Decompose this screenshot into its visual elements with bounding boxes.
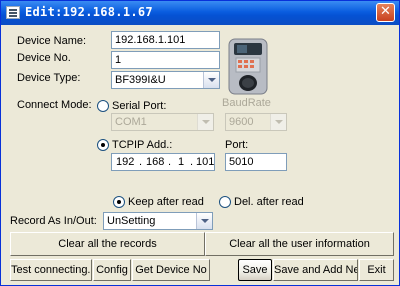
baudrate-value: 9600 xyxy=(229,116,254,128)
baudrate-label: BaudRate xyxy=(222,97,271,109)
chevron-down-icon[interactable] xyxy=(270,114,286,130)
close-icon: ✕ xyxy=(380,4,391,19)
device-type-value: BF399I&U xyxy=(115,74,166,86)
record-as-select[interactable]: UnSetting xyxy=(103,212,213,230)
tcpip-address-field[interactable]: 192 . 168 . 1 . 101 xyxy=(111,153,215,171)
close-button[interactable]: ✕ xyxy=(376,3,395,22)
device-type-select[interactable]: BF399I&U xyxy=(111,71,220,89)
ip-octet-4: 101 xyxy=(196,156,215,168)
device-no-label: Device No. xyxy=(17,52,71,64)
ip-dot: . xyxy=(139,156,143,168)
record-as-value: UnSetting xyxy=(107,215,156,227)
keep-after-read-radio[interactable] xyxy=(113,196,125,208)
device-name-field[interactable]: 192.168.1.101 xyxy=(111,31,220,49)
connect-mode-label: Connect Mode: xyxy=(17,99,92,111)
port-label: Port: xyxy=(225,139,249,151)
serial-port-label: Serial Port: xyxy=(112,100,167,112)
test-connecting-button[interactable]: Test connecting... xyxy=(10,259,92,281)
window-icon xyxy=(6,6,20,19)
get-device-no-button[interactable]: Get Device No xyxy=(132,259,210,281)
ip-octet-2: 168 xyxy=(146,156,165,168)
chevron-down-icon[interactable] xyxy=(203,72,219,88)
fingerprint-device-image xyxy=(228,38,268,95)
serial-port-value: COM1 xyxy=(115,116,147,128)
port-field[interactable]: 5010 xyxy=(225,153,287,171)
keep-after-read-label: Keep after read xyxy=(128,196,204,208)
device-no-field[interactable]: 1 xyxy=(111,51,220,69)
chevron-down-icon[interactable] xyxy=(197,114,213,130)
baudrate-select[interactable]: 9600 xyxy=(225,113,287,131)
clear-records-button[interactable]: Clear all the records xyxy=(10,232,205,256)
tcpip-radio[interactable] xyxy=(97,139,109,151)
clear-user-info-button[interactable]: Clear all the user information xyxy=(205,232,394,256)
save-button[interactable]: Save xyxy=(238,259,272,281)
device-type-label: Device Type: xyxy=(17,72,81,84)
chevron-down-icon[interactable] xyxy=(196,213,212,229)
serial-port-select[interactable]: COM1 xyxy=(111,113,214,131)
save-and-add-next-button[interactable]: Save and Add Next xyxy=(273,259,358,281)
serial-port-radio[interactable] xyxy=(97,100,109,112)
config-button[interactable]: Config xyxy=(93,259,131,281)
ip-dot: . xyxy=(168,156,172,168)
ip-octet-1: 192 xyxy=(116,156,135,168)
record-as-label: Record As In/Out: xyxy=(10,215,97,227)
ip-octet-3: 1 xyxy=(178,156,185,168)
ip-dot: . xyxy=(190,156,194,168)
edit-device-dialog: Edit:192.168.1.67 ✕ Device Name: 192.168… xyxy=(0,0,400,286)
exit-button[interactable]: Exit xyxy=(359,259,394,281)
title-bar[interactable]: Edit:192.168.1.67 ✕ xyxy=(1,1,399,25)
tcpip-label: TCPIP Add.: xyxy=(112,139,173,151)
window-title: Edit:192.168.1.67 xyxy=(25,5,153,19)
del-after-read-label: Del. after read xyxy=(234,196,304,208)
device-name-label: Device Name: xyxy=(17,35,87,47)
del-after-read-radio[interactable] xyxy=(219,196,231,208)
